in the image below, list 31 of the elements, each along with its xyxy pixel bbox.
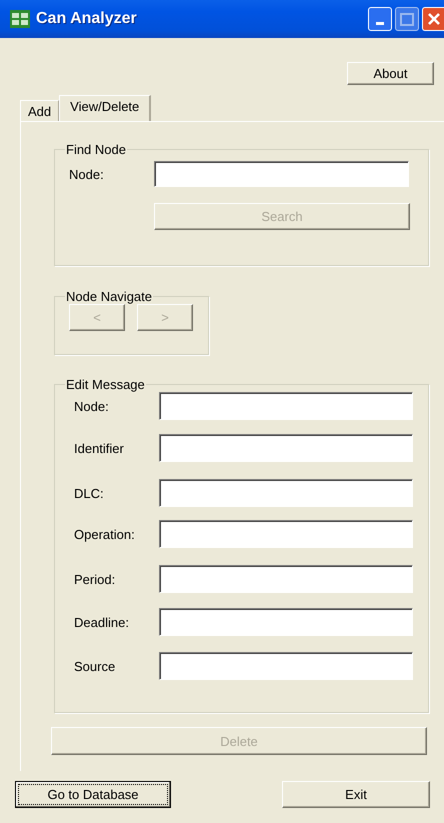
field-label: Period: xyxy=(74,572,116,586)
footer-button[interactable]: Go to Database xyxy=(15,781,171,808)
minimize-icon xyxy=(376,22,384,25)
field-label: Node: xyxy=(74,398,110,414)
input-field[interactable] xyxy=(159,652,413,680)
field-label: Identifier xyxy=(74,440,125,456)
tab[interactable]: View/Delete xyxy=(59,95,152,121)
input-field[interactable] xyxy=(159,565,413,593)
close-icon xyxy=(426,12,440,26)
about-button[interactable]: About xyxy=(347,62,434,85)
input-field[interactable] xyxy=(159,608,413,636)
window-title: Can Analyzer xyxy=(36,10,137,28)
tab[interactable]: Add xyxy=(20,100,60,121)
group-title: Edit Message xyxy=(65,377,146,392)
maximize-icon xyxy=(400,12,414,26)
input-field[interactable] xyxy=(159,392,413,420)
group-title: Find Node xyxy=(65,142,127,157)
field-label: Deadline: xyxy=(74,614,130,630)
field-label: Operation: xyxy=(74,526,136,542)
group-title: Node Navigate xyxy=(65,289,153,304)
app-icon xyxy=(10,10,30,28)
minimize-button[interactable] xyxy=(368,7,392,31)
input-field[interactable] xyxy=(159,520,413,548)
footer-button[interactable]: Exit xyxy=(282,781,430,808)
input-field[interactable] xyxy=(154,161,409,187)
field-label: Source xyxy=(74,658,116,674)
input-field[interactable] xyxy=(159,434,413,462)
close-button[interactable] xyxy=(422,7,444,31)
field-label: Node: xyxy=(69,166,105,182)
field-label: DLC: xyxy=(74,486,105,500)
input-field[interactable] xyxy=(159,479,413,507)
